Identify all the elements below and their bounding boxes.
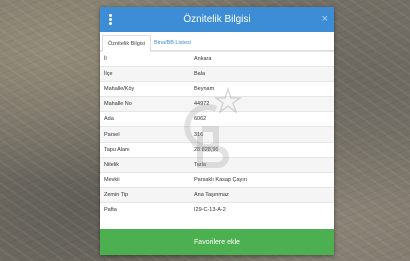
attribute-key: İl: [100, 50, 190, 67]
attribute-row: Tapu Alanı 28.828,96: [100, 141, 334, 158]
attribute-row: İlçe Bala: [100, 66, 334, 82]
attribute-key: Nitelik: [100, 156, 190, 173]
attribute-key: Zemin Tip: [100, 186, 190, 203]
kebab-menu-icon[interactable]: [109, 14, 113, 25]
attribute-row: Pafta I29-C-13-A-2: [100, 201, 334, 218]
attribute-row: Nitelik Tarla: [100, 156, 334, 173]
attribute-value: 316: [190, 126, 334, 143]
attribute-value: Tarla: [190, 156, 334, 173]
attribute-key: Mahalle No: [100, 96, 190, 112]
modal-header: Öznitelik Bilgisi ×: [100, 7, 334, 32]
attribute-table: İl Ankara İlçe Bala Mahalle/Köy Beynam Mahalle…: [100, 50, 334, 218]
modal-title: Öznitelik Bilgisi: [183, 14, 251, 25]
attribute-key: Pafta: [100, 201, 190, 218]
attribute-value: Ankara: [190, 50, 334, 67]
attribute-row: Ada 6062: [100, 111, 334, 127]
attribute-value: I29-C-13-A-2: [190, 201, 334, 218]
attribute-value: 28.828,96: [190, 141, 334, 158]
attribute-key: Ada: [100, 111, 190, 127]
tab-attribute-info[interactable]: Öznitelik Bilgisi: [102, 35, 151, 52]
attribute-key: Mahalle/Köy: [100, 81, 190, 97]
attribute-key: İlçe: [100, 66, 190, 82]
attribute-row: İl Ankara: [100, 50, 334, 67]
attribute-row: Parsel 316: [100, 126, 334, 143]
attribute-value: Parsaklı Kasap Çayırı: [190, 171, 334, 188]
close-icon[interactable]: ×: [322, 13, 328, 25]
attribute-value: Bala: [190, 66, 334, 82]
attribute-info-modal: Öznitelik Bilgisi × Öznitelik Bilgisi Bi…: [100, 7, 334, 255]
tab-building-list[interactable]: Bina/BB Listesi: [149, 35, 196, 50]
attribute-key: Parsel: [100, 126, 190, 143]
attribute-key: Tapu Alanı: [100, 141, 190, 158]
tab-bar: Öznitelik Bilgisi Bina/BB Listesi: [100, 32, 334, 52]
attribute-value: Ana Taşınmaz: [190, 186, 334, 203]
attribute-value: 44972: [190, 96, 334, 112]
attribute-row: Mahalle/Köy Beynam: [100, 81, 334, 97]
attribute-key: Mevkii: [100, 171, 190, 188]
attribute-value: Beynam: [190, 81, 334, 97]
add-to-favorites-button[interactable]: Favorilere ekle: [100, 229, 334, 255]
attribute-row: Zemin Tip Ana Taşınmaz: [100, 186, 334, 203]
attribute-row: Mahalle No 44972: [100, 96, 334, 112]
attribute-value: 6062: [190, 111, 334, 127]
attribute-row: Mevkii Parsaklı Kasap Çayırı: [100, 171, 334, 188]
